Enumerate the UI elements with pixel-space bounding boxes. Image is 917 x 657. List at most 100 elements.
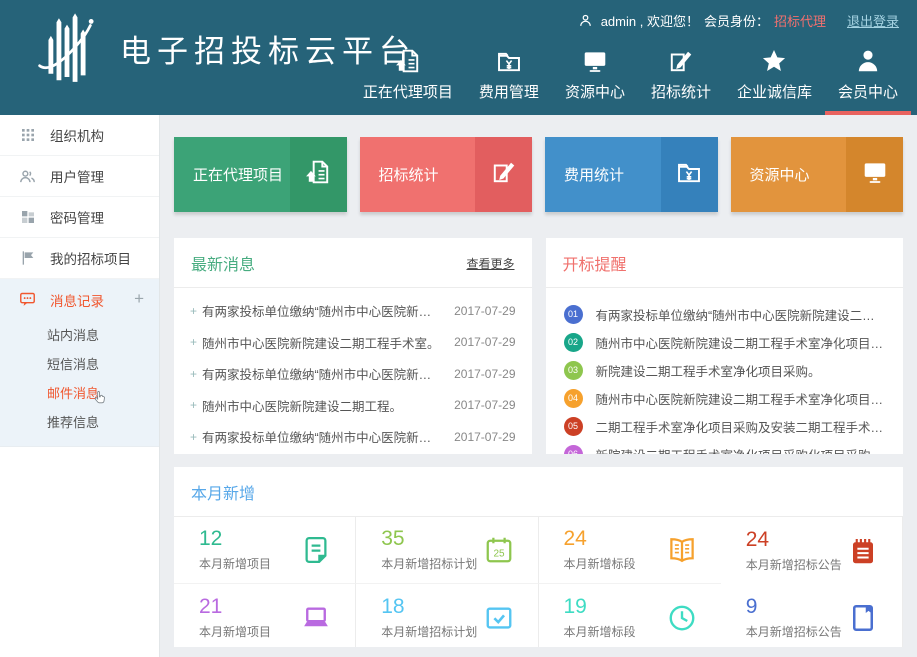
calendar-icon: 25: [484, 535, 514, 565]
sidebar-group-messages: 消息记录 + 站内消息 短信消息: [0, 279, 159, 447]
book-open-icon: [667, 535, 697, 565]
stat-cell: 24 本月新增标段: [539, 517, 721, 584]
stat-cell: 21 本月新增项目: [174, 584, 356, 647]
stat-cell: 19 本月新增标段: [539, 584, 721, 647]
monitor-icon: [582, 47, 608, 74]
stat-label: 本月新增标段: [564, 623, 636, 640]
grid-icon: [19, 127, 36, 143]
stat-label: 本月新增项目: [199, 623, 271, 640]
monitor-icon: [862, 159, 888, 190]
news-item[interactable]: + 有两家投标单位缴纳“随州市中心医院新院建设...... 2017-07-29: [174, 358, 532, 390]
top-nav: 正在代理项目 费用管理 资源中心 招标统计: [350, 47, 911, 115]
user-outline-icon: [578, 13, 593, 28]
sidebar-item[interactable]: 我的招标项目: [0, 238, 159, 279]
stats-grid: 12 本月新增项目 35 本月新增招标计划 25: [174, 517, 903, 647]
stat-cell: 12 本月新增项目: [174, 517, 356, 584]
reminder-item[interactable]: 03 新院建设二期工程手术室净化项目采购。: [546, 356, 904, 384]
stat-value: 18: [381, 596, 477, 617]
sidebar-item-message-records[interactable]: 消息记录 +: [0, 279, 159, 320]
plus-bullet-icon: +: [190, 430, 202, 444]
stat-value: 9: [746, 596, 842, 617]
role-label: 会员身份：: [704, 11, 769, 30]
nav-item[interactable]: 费用管理: [466, 47, 552, 115]
logout-link[interactable]: 退出登录: [847, 11, 899, 30]
nav-item[interactable]: 正在代理项目: [350, 47, 466, 115]
reminders-panel-header: 开标提醒: [546, 238, 904, 288]
svg-text:25: 25: [493, 549, 505, 560]
news-panel-header: 最新消息 查看更多: [174, 238, 532, 288]
news-title: 最新消息: [191, 251, 255, 275]
nav-item[interactable]: 会员中心: [825, 47, 911, 115]
number-badge: 02: [564, 333, 583, 352]
memo-icon: [301, 535, 331, 565]
stat-cell: 18 本月新增招标计划: [356, 584, 538, 647]
doc-upload-icon: [305, 159, 331, 190]
stat-cell: 24 本月新增招标公告: [721, 517, 903, 584]
expand-plus-button[interactable]: +: [134, 289, 144, 309]
number-badge: 01: [564, 305, 583, 324]
stat-value: 24: [564, 528, 636, 549]
news-date: 2017-07-29: [454, 430, 515, 444]
logo-icon: [38, 10, 96, 86]
sidebar-item[interactable]: 密码管理: [0, 197, 159, 238]
sidebar-item[interactable]: 组织机构: [0, 115, 159, 156]
reminders-list: 01 有两家投标单位缴纳“随州市中心医院新院建设二期工程。 02 随州市中心医院…: [546, 300, 904, 454]
header: 电子招投标云平台 admin , 欢迎您！ 会员身份： 招标代理 退出登录 正在…: [0, 0, 917, 115]
stat-value: 12: [199, 528, 271, 549]
pencil-note-icon: [491, 159, 517, 190]
mail-check-icon: [484, 603, 514, 633]
stat-label: 本月新增招标公告: [746, 556, 842, 573]
plus-bullet-icon: +: [190, 367, 202, 381]
flag-icon: [19, 250, 36, 266]
news-date: 2017-07-29: [454, 367, 515, 381]
sidebar-subitem[interactable]: 邮件消息: [0, 378, 159, 407]
users-icon: [19, 168, 36, 185]
reminder-item[interactable]: 06 新院建设二期工程手术室净化项目采购化项目采购。: [546, 440, 904, 454]
news-item[interactable]: + 随州市中心医院新院建设二期工程。 2017-07-29: [174, 390, 532, 422]
sidebar-subitem[interactable]: 短信消息: [0, 349, 159, 378]
reminder-item[interactable]: 01 有两家投标单位缴纳“随州市中心医院新院建设二期工程。: [546, 300, 904, 328]
nav-item[interactable]: 招标统计: [638, 47, 724, 115]
welcome-text: admin , 欢迎您！: [601, 11, 699, 30]
news-panel: 最新消息 查看更多 + 有两家投标单位缴纳“随州市中心医院新院建设...... …: [174, 238, 532, 454]
news-item[interactable]: + 有两家投标单位缴纳“随州市中心医院新院建设。 2017-07-29: [174, 421, 532, 453]
pencil-note-icon: [668, 47, 694, 74]
reminder-item[interactable]: 05 二期工程手术室净化项目采购及安装二期工程手术室净化项目采购及。: [546, 412, 904, 440]
clock-icon: [667, 603, 697, 633]
view-more-link[interactable]: 查看更多: [466, 255, 514, 272]
news-date: 2017-07-29: [454, 398, 515, 412]
nav-item[interactable]: 资源中心: [552, 47, 638, 115]
news-date: 2017-07-29: [454, 304, 515, 318]
stat-value: 19: [564, 596, 636, 617]
panels-row: 最新消息 查看更多 + 有两家投标单位缴纳“随州市中心医院新院建设...... …: [174, 238, 903, 454]
blocks-icon: [19, 209, 36, 225]
sidebar: 组织机构 用户管理 密码管理 我的招标项目: [0, 115, 160, 657]
sidebar-item[interactable]: 用户管理: [0, 156, 159, 197]
reminder-item[interactable]: 02 随州市中心医院新院建设二期工程手术室净化项目采购及安装”项目的招.....…: [546, 328, 904, 356]
dashboard-card[interactable]: 费用统计: [545, 137, 718, 212]
dashboard-card[interactable]: 招标统计: [360, 137, 533, 212]
stat-label: 本月新增招标计划: [381, 623, 477, 640]
news-date: 2017-07-29: [454, 335, 515, 349]
news-item[interactable]: + 随州市中心医院新院建设二期工程手术室。 2017-07-29: [174, 327, 532, 359]
plus-bullet-icon: +: [190, 335, 202, 349]
number-badge: 06: [564, 445, 583, 455]
plus-bullet-icon: +: [190, 398, 202, 412]
number-badge: 05: [564, 417, 583, 436]
notebook-icon: [848, 603, 878, 633]
laptop-icon: [301, 603, 331, 633]
news-item[interactable]: + 随州市中心医院新院建设二期工程手。 2017-07-29: [174, 453, 532, 455]
dashboard-card[interactable]: 资源中心: [731, 137, 904, 212]
sidebar-subitem[interactable]: 站内消息: [0, 320, 159, 349]
role-value: 招标代理: [774, 11, 826, 30]
news-item[interactable]: + 有两家投标单位缴纳“随州市中心医院新院建设...... 2017-07-29: [174, 295, 532, 327]
monthly-title: 本月新增: [191, 480, 255, 504]
sidebar-subitems: 站内消息 短信消息 邮件消息: [0, 320, 159, 436]
news-list: + 有两家投标单位缴纳“随州市中心医院新院建设...... 2017-07-29…: [174, 295, 532, 454]
reminder-item[interactable]: 04 随州市中心医院新院建设二期工程手术室净化项目采购及安装”项目的招.....…: [546, 384, 904, 412]
notepad-icon: [848, 536, 878, 566]
stat-label: 本月新增招标计划: [381, 555, 477, 572]
dashboard-card[interactable]: 正在代理项目: [174, 137, 347, 212]
sidebar-subitem[interactable]: 推荐信息: [0, 407, 159, 436]
nav-item[interactable]: 企业诚信库: [724, 47, 825, 115]
